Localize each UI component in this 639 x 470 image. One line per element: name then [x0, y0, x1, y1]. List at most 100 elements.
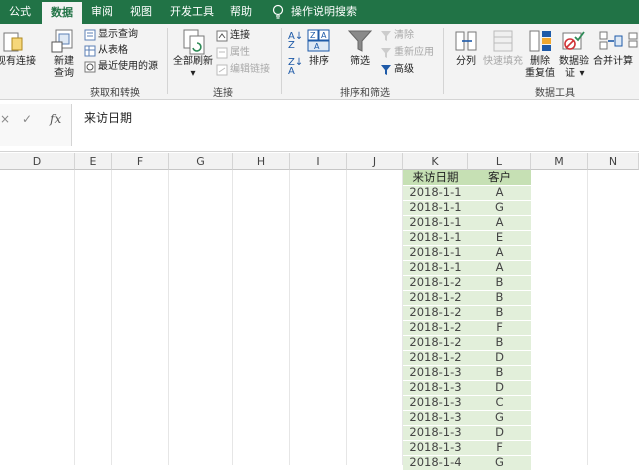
column-header-i[interactable]: I [290, 153, 347, 170]
cell-customer[interactable]: A [468, 245, 531, 260]
cell-visit-date[interactable]: 2018-1-3 [403, 380, 468, 395]
cell-visit-date[interactable]: 2018-1-2 [403, 305, 468, 320]
clear-button[interactable]: 清除 [394, 29, 414, 43]
cell-visit-date[interactable]: 2018-1-1 [403, 230, 468, 245]
header-cell-visit-date[interactable]: 来访日期 [403, 170, 468, 185]
column-header-h[interactable]: H [233, 153, 290, 170]
tab-view[interactable]: 视图 [123, 0, 159, 24]
cell-customer[interactable]: B [468, 290, 531, 305]
reapply-button[interactable]: 重新应用 [394, 46, 434, 60]
cell-visit-date[interactable]: 2018-1-3 [403, 440, 468, 455]
relationships-icon [628, 32, 638, 48]
sort-button[interactable]: 排序 [305, 56, 333, 68]
filter-funnel-icon [347, 30, 373, 52]
cell-visit-date[interactable]: 2018-1-3 [403, 395, 468, 410]
cell-customer[interactable]: A [468, 185, 531, 200]
cancel-icon[interactable]: × [0, 112, 10, 126]
ribbon: 现有连接 新建 查询 显示查询 从表格 最近使用的源 获取和转换 全部刷新 ▾ … [0, 24, 639, 100]
cell-visit-date[interactable]: 2018-1-2 [403, 290, 468, 305]
sort-az-icon[interactable]: A↓ Z [288, 32, 303, 51]
refresh-all-button[interactable]: 全部刷新 [170, 56, 216, 68]
cell-visit-date[interactable]: 2018-1-1 [403, 200, 468, 215]
cell-customer[interactable]: B [468, 305, 531, 320]
edit-links-button[interactable]: 编辑链接 [230, 63, 270, 77]
cell-visit-date[interactable]: 2018-1-1 [403, 245, 468, 260]
gridline [111, 170, 112, 465]
header-cell-customer[interactable]: 客户 [468, 170, 531, 185]
remove-duplicates-label-2[interactable]: 重复值 [525, 68, 555, 80]
sort-za-icon[interactable]: Z↓ A [288, 58, 303, 77]
svg-text:A: A [314, 42, 320, 51]
tab-formulas[interactable]: 公式 [0, 0, 40, 24]
column-header-f[interactable]: F [112, 153, 169, 170]
tab-help[interactable]: 帮助 [222, 0, 260, 24]
formula-bar-controls: × ✓ fx [0, 104, 72, 146]
flash-fill-button[interactable]: 快速填充 [482, 56, 524, 68]
insert-function-icon[interactable]: fx [50, 112, 61, 126]
existing-connections-button[interactable]: 现有连接 [0, 56, 36, 68]
cell-customer[interactable]: E [468, 230, 531, 245]
cell-customer[interactable]: G [468, 455, 531, 470]
cell-visit-date[interactable]: 2018-1-1 [403, 215, 468, 230]
tab-developer[interactable]: 开发工具 [164, 0, 220, 24]
column-header-k[interactable]: K [403, 153, 468, 170]
cell-customer[interactable]: B [468, 335, 531, 350]
consolidate-button[interactable]: 合并计算 [590, 56, 636, 68]
text-to-columns-button[interactable]: 分列 [451, 56, 481, 68]
show-queries-button[interactable]: 显示查询 [98, 28, 138, 42]
cell-customer[interactable]: G [468, 200, 531, 215]
column-header-e[interactable]: E [75, 153, 112, 170]
cell-visit-date[interactable]: 2018-1-2 [403, 275, 468, 290]
new-query-label-1[interactable]: 新建 [48, 56, 80, 68]
cell-customer[interactable]: B [468, 275, 531, 290]
cell-visit-date[interactable]: 2018-1-2 [403, 350, 468, 365]
properties-button[interactable]: 属性 [230, 46, 250, 60]
recent-sources-button[interactable]: 最近使用的源 [98, 60, 158, 74]
sort-icon: ZA A [307, 29, 330, 52]
cell-customer[interactable]: B [468, 365, 531, 380]
worksheet-grid[interactable]: D E F G H I J K L M N 来访日期 客户 2018-1-1 A 201… [0, 153, 639, 470]
cell-customer[interactable]: D [468, 380, 531, 395]
data-validation-label-1[interactable]: 数据验 [557, 56, 591, 68]
tell-me-search[interactable]: 操作说明搜索 [289, 0, 359, 24]
advanced-button[interactable]: 高级 [394, 63, 414, 77]
data-validation-icon [562, 31, 585, 50]
enter-icon[interactable]: ✓ [22, 112, 32, 126]
text-to-columns-icon [455, 31, 477, 51]
column-header-j[interactable]: J [347, 153, 403, 170]
cell-visit-date[interactable]: 2018-1-3 [403, 425, 468, 440]
cell-customer[interactable]: F [468, 320, 531, 335]
cell-visit-date[interactable]: 2018-1-4 [403, 455, 468, 470]
column-header-d[interactable]: D [0, 153, 75, 170]
cell-customer[interactable]: A [468, 215, 531, 230]
column-header-g[interactable]: G [169, 153, 233, 170]
column-header-m[interactable]: M [531, 153, 588, 170]
cell-visit-date[interactable]: 2018-1-3 [403, 410, 468, 425]
cell-visit-date[interactable]: 2018-1-2 [403, 335, 468, 350]
column-header-l[interactable]: L [468, 153, 531, 170]
gridline [587, 170, 588, 465]
cell-customer[interactable]: A [468, 260, 531, 275]
connections-button[interactable]: 连接 [230, 29, 250, 43]
cell-visit-date[interactable]: 2018-1-1 [403, 260, 468, 275]
gridline [168, 170, 169, 465]
reapply-icon [381, 48, 391, 58]
cell-customer[interactable]: G [468, 410, 531, 425]
tab-review[interactable]: 审阅 [84, 0, 120, 24]
formula-input[interactable]: 来访日期 [84, 109, 132, 126]
new-query-label-2[interactable]: 查询 [48, 68, 80, 80]
cell-visit-date[interactable]: 2018-1-1 [403, 185, 468, 200]
cell-customer[interactable]: C [468, 395, 531, 410]
cell-customer[interactable]: D [468, 350, 531, 365]
tab-data[interactable]: 数据 [42, 2, 82, 24]
filter-button[interactable]: 筛选 [344, 56, 376, 68]
cell-visit-date[interactable]: 2018-1-2 [403, 320, 468, 335]
gridline [74, 170, 75, 465]
flash-fill-icon [493, 30, 513, 52]
from-table-button[interactable]: 从表格 [98, 44, 128, 58]
column-header-n[interactable]: N [588, 153, 639, 170]
cell-visit-date[interactable]: 2018-1-3 [403, 365, 468, 380]
cell-customer[interactable]: F [468, 440, 531, 455]
remove-duplicates-label-1[interactable]: 删除 [525, 56, 555, 68]
cell-customer[interactable]: D [468, 425, 531, 440]
